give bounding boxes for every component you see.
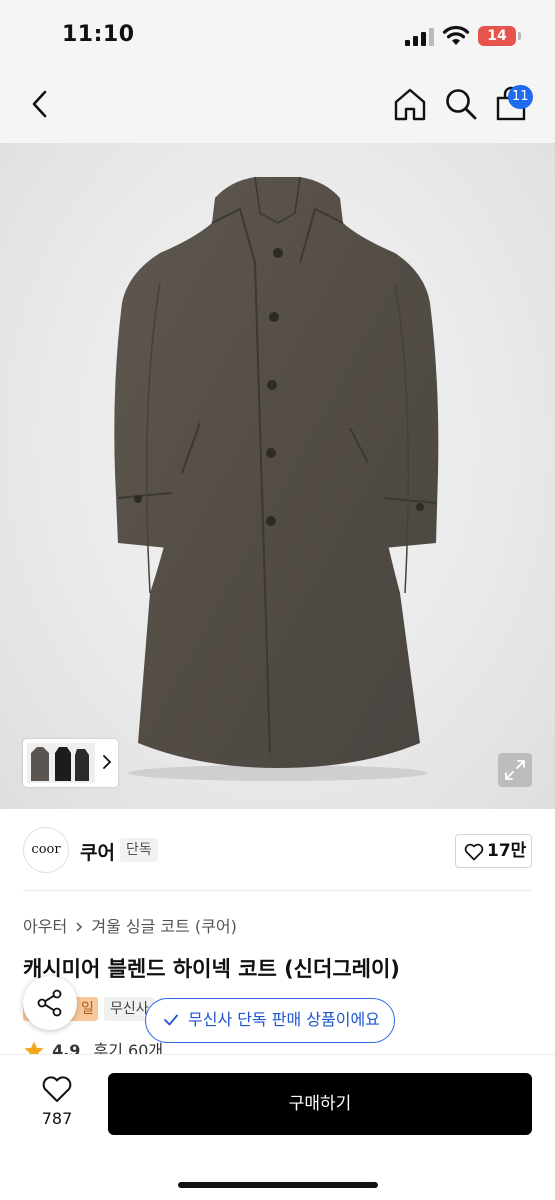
status-time: 11:10 (62, 22, 135, 47)
cart-count-badge: 11 (508, 85, 533, 109)
battery-level: 14 (487, 28, 507, 44)
chevron-right-icon (76, 922, 83, 932)
heart-outline-icon (464, 843, 484, 861)
thumbnail-images (27, 743, 95, 783)
toast-text: 무신사 단독 판매 상품이에요 (188, 1010, 380, 1029)
brand-name[interactable]: 쿠어 (80, 838, 115, 865)
cellular-signal-icon (405, 28, 434, 46)
wifi-icon (442, 25, 470, 45)
brand-logo[interactable]: coor (23, 827, 69, 873)
exclusive-tag: 단독 (120, 838, 158, 862)
share-button[interactable] (23, 976, 77, 1030)
breadcrumb-item[interactable]: 겨울 싱글 코트 (쿠어) (91, 914, 237, 940)
home-indicator (178, 1182, 378, 1188)
home-icon[interactable] (392, 86, 428, 122)
status-bar: 11:10 14 (0, 0, 555, 70)
brand-like-button[interactable]: 17만 (455, 834, 532, 868)
coat-photo (114, 176, 439, 781)
product-title: 캐시미어 블렌드 하이넥 코트 (신더그레이) (23, 957, 400, 981)
battery-cap (518, 32, 521, 40)
expand-icon[interactable] (498, 753, 532, 787)
breadcrumb-item[interactable]: 아우터 (23, 914, 67, 940)
battery-indicator: 14 (478, 26, 516, 46)
navigation-bar: 11 (0, 70, 555, 143)
divider (23, 890, 532, 891)
thumbnail-strip[interactable] (23, 739, 118, 787)
checkmark-icon (164, 1014, 178, 1026)
chevron-left-icon[interactable] (26, 88, 54, 120)
buy-button[interactable]: 구매하기 (108, 1073, 532, 1135)
bottom-action-bar: 787 구매하기 (0, 1054, 555, 1200)
share-icon (37, 989, 62, 1017)
brand-row: coor 쿠어 단독 17만 (0, 810, 555, 890)
wish-count: 787 (41, 1109, 73, 1128)
search-icon[interactable] (444, 87, 478, 121)
exclusive-toast: 무신사 단독 판매 상품이에요 (145, 998, 395, 1043)
heart-outline-icon[interactable] (41, 1075, 73, 1103)
breadcrumb: 아우터 겨울 싱글 코트 (쿠어) (23, 914, 237, 940)
chevron-right-icon[interactable] (100, 749, 114, 775)
brand-like-count: 17만 (487, 841, 527, 861)
product-image[interactable] (0, 143, 555, 809)
